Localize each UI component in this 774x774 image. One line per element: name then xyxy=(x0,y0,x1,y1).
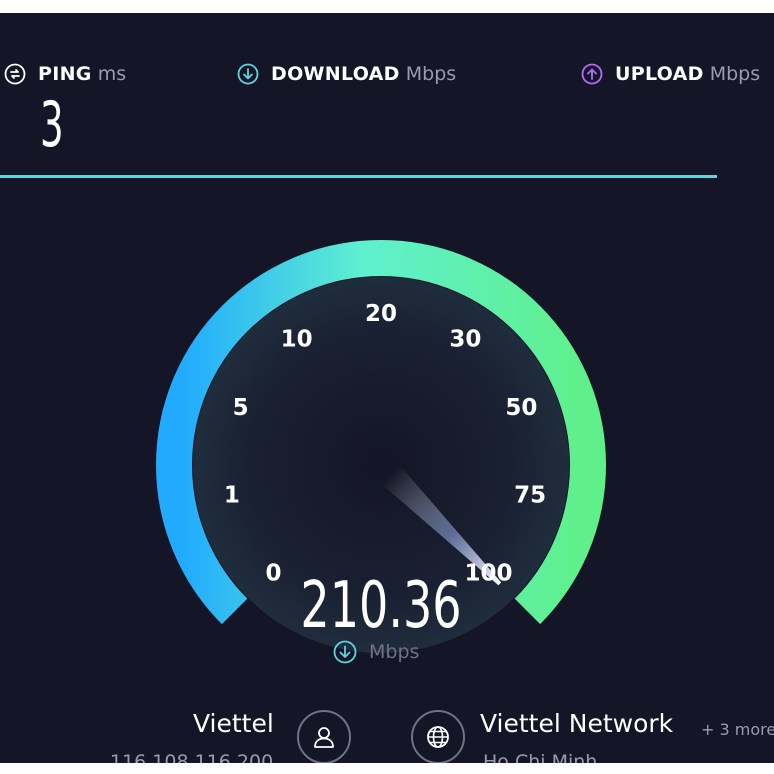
gauge-tick-0: 0 xyxy=(265,561,281,587)
gauge-tick-30: 30 xyxy=(449,327,481,353)
server-name[interactable]: Viettel Network xyxy=(480,709,673,738)
speed-unit-label: Mbps xyxy=(369,641,420,663)
change-server-button[interactable] xyxy=(411,710,465,763)
speedtest-panel: PING ms DOWNLOAD Mbps UPLOAD Mbps 3 0 1 … xyxy=(0,13,774,763)
download-arrow-icon xyxy=(333,640,357,664)
ip-address: 116.108.116.200 xyxy=(110,751,274,763)
server-location: Ho Chi Minh xyxy=(483,751,598,763)
gauge-tick-100: 100 xyxy=(464,561,512,587)
globe-icon xyxy=(427,726,449,748)
gauge-tick-75: 75 xyxy=(514,483,546,509)
current-speed-value: 210.36 xyxy=(300,569,462,643)
gauge-tick-1: 1 xyxy=(224,483,240,509)
gauge-tick-10: 10 xyxy=(281,327,313,353)
gauge-tick-50: 50 xyxy=(505,395,537,421)
user-icon xyxy=(314,727,334,748)
current-speed-unit: Mbps xyxy=(333,639,419,665)
server-more-link[interactable]: + 3 more xyxy=(701,720,774,739)
gauge-tick-5: 5 xyxy=(233,395,249,421)
gauge-tick-20: 20 xyxy=(365,301,397,327)
isp-name: Viettel xyxy=(193,709,274,738)
user-button[interactable] xyxy=(297,710,351,763)
